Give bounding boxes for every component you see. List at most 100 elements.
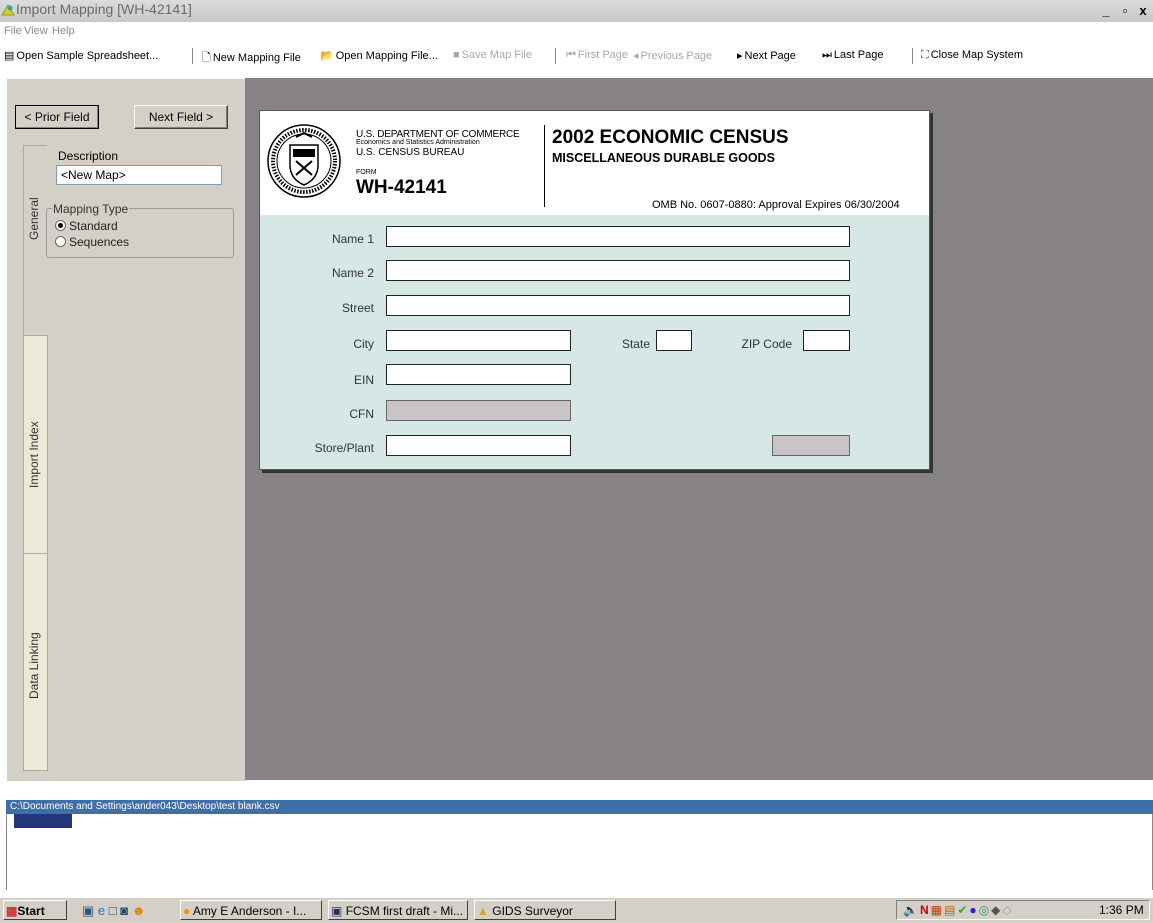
omb-notice: OMB No. 0607-0880: Approval Expires 06/3…	[652, 199, 900, 211]
clock: 1:36 PM	[1099, 903, 1144, 917]
menu-bar: File View Help	[0, 24, 1153, 42]
previous-page-button[interactable]: ◂ Previous Page	[633, 49, 712, 62]
form-label: FORM	[356, 169, 377, 176]
selection-highlight	[14, 814, 72, 828]
window-title: Import Mapping [WH-42141]	[16, 1, 192, 17]
name1-input[interactable]	[386, 226, 850, 247]
app-icon	[1, 4, 15, 16]
quick-launch: ▣ e □ ◙ ☻	[82, 903, 145, 919]
ein-label: EIN	[353, 373, 374, 387]
department-seal-icon	[267, 124, 341, 198]
header-divider	[544, 125, 545, 207]
store-plant-label: Store/Plant	[314, 441, 374, 455]
name1-label: Name 1	[331, 232, 374, 246]
taskbar: ▦Start ▣ e □ ◙ ☻ ● Amy E Anderson - I...…	[0, 897, 1153, 923]
minimize-icon[interactable]: _	[1098, 3, 1114, 19]
menu-help[interactable]: Help	[52, 25, 75, 37]
app-launch-icon[interactable]: ◙	[120, 903, 128, 918]
toolbar-separator	[192, 48, 194, 64]
street-label: Street	[341, 301, 374, 315]
mapping-type-label: Mapping Type	[52, 202, 130, 216]
title-bar: Import Mapping [WH-42141] _ ▫ x	[0, 0, 1153, 22]
file-path-bar: C:\Documents and Settings\ander043\Deskt…	[6, 800, 1153, 814]
exit-icon: ⛶	[921, 49, 929, 61]
census-form: U.S. DEPARTMENT OF COMMERCE Economics an…	[259, 110, 930, 470]
close-icon[interactable]: x	[1135, 3, 1151, 19]
street-input[interactable]	[386, 295, 850, 316]
toolbar: ▤ Open Sample Spreadsheet... 🗋 New Mapping…	[0, 44, 1153, 70]
printer-icon[interactable]: ▤	[944, 903, 957, 917]
folder-icon: 📂	[320, 50, 334, 62]
next-icon: ▸	[737, 50, 743, 62]
update-icon[interactable]: ◆	[991, 903, 1002, 917]
toolbar-separator	[912, 48, 914, 64]
radio-sequences[interactable]: Sequences	[55, 235, 129, 249]
menu-file[interactable]: File	[4, 25, 22, 37]
city-label: City	[353, 337, 374, 351]
next-page-button[interactable]: ▸ Next Page	[737, 49, 796, 62]
zip-label: ZIP Code	[741, 337, 792, 351]
form-title: 2002 ECONOMIC CENSUS	[552, 127, 789, 148]
form-subtitle: MISCELLANEOUS DURABLE GOODS	[552, 151, 775, 165]
task-amy-anderson[interactable]: ● Amy E Anderson - I...	[180, 900, 322, 920]
state-input[interactable]	[656, 330, 692, 351]
open-sample-button[interactable]: ▤ Open Sample Spreadsheet...	[4, 49, 158, 62]
ein-input[interactable]	[386, 364, 571, 385]
security-icon[interactable]: ✔	[957, 903, 969, 917]
new-mapping-button[interactable]: 🗋 New Mapping File	[202, 49, 301, 68]
diamond-icon[interactable]: ◇	[1002, 903, 1013, 917]
tab-general[interactable]: General	[23, 145, 47, 337]
state-label: State	[621, 337, 650, 351]
first-page-button[interactable]: ⏮ First Page	[566, 49, 628, 62]
last-page-icon: ⏭	[822, 49, 832, 61]
network-icon[interactable]: ▦	[931, 903, 944, 917]
zip-input[interactable]	[803, 330, 850, 351]
name2-input[interactable]	[386, 260, 850, 281]
word-doc-icon: ▣	[331, 904, 343, 918]
save-icon: ■	[453, 49, 460, 61]
last-page-button[interactable]: ⏭ Last Page	[822, 49, 883, 62]
prior-field-button[interactable]: < Prior Field	[15, 105, 99, 129]
close-map-button[interactable]: ⛶ Close Map System	[921, 49, 1023, 62]
cfn-label: CFN	[349, 407, 374, 421]
radio-standard[interactable]: Standard	[55, 219, 118, 233]
maximize-icon[interactable]: ▫	[1117, 3, 1133, 19]
next-field-button[interactable]: Next Field >	[134, 105, 228, 129]
menu-view[interactable]: View	[24, 25, 48, 37]
tab-data-linking[interactable]: Data Linking	[23, 553, 48, 771]
new-file-icon: 🗋	[202, 52, 211, 64]
open-mapping-button[interactable]: 📂 Open Mapping File...	[320, 49, 438, 62]
tab-import-index[interactable]: Import Index	[23, 335, 48, 555]
bureau-name: U.S. CENSUS BUREAU	[356, 147, 465, 158]
city-input[interactable]	[386, 330, 571, 351]
save-map-button[interactable]: ■ Save Map File	[453, 49, 532, 61]
toolbar-separator	[555, 48, 557, 64]
radio-checked-icon	[55, 220, 66, 231]
task-gids-surveyor[interactable]: ▲ GIDS Surveyor	[474, 900, 616, 920]
system-tray: 🔈N▦▤✔●◎◆◇ 1:36 PM	[896, 900, 1150, 920]
volume-icon[interactable]: 🔈	[903, 903, 920, 917]
norton-icon[interactable]: N	[920, 903, 931, 917]
messenger-icon[interactable]: ☻	[132, 903, 146, 918]
task-fcsm-draft[interactable]: ▣ FCSM first draft - Mi...	[328, 900, 468, 920]
output-area[interactable]	[6, 814, 1153, 890]
cfn-input	[386, 400, 571, 421]
tray-icons: 🔈N▦▤✔●◎◆◇	[903, 903, 1014, 917]
desktop-icon[interactable]: ▣	[82, 903, 94, 918]
form-header: U.S. DEPARTMENT OF COMMERCE Economics an…	[260, 111, 929, 215]
name2-label: Name 2	[331, 266, 374, 280]
globe-icon[interactable]: ●	[969, 903, 978, 917]
sync-icon[interactable]: ◎	[979, 903, 991, 917]
left-panel: < Prior Field Next Field > General Impor…	[6, 78, 246, 781]
window-icon[interactable]: □	[109, 903, 117, 918]
spreadsheet-icon: ▤	[4, 50, 15, 62]
browser-icon[interactable]: e	[98, 903, 105, 918]
windows-logo-icon: ▦	[6, 904, 18, 918]
first-page-icon: ⏮	[566, 49, 576, 61]
previous-icon: ◂	[633, 50, 639, 62]
store-plant-input[interactable]	[386, 435, 571, 456]
description-input[interactable]	[56, 165, 222, 185]
start-button[interactable]: ▦Start	[3, 900, 67, 920]
messenger-icon: ●	[183, 904, 191, 918]
radio-unchecked-icon	[55, 236, 66, 247]
